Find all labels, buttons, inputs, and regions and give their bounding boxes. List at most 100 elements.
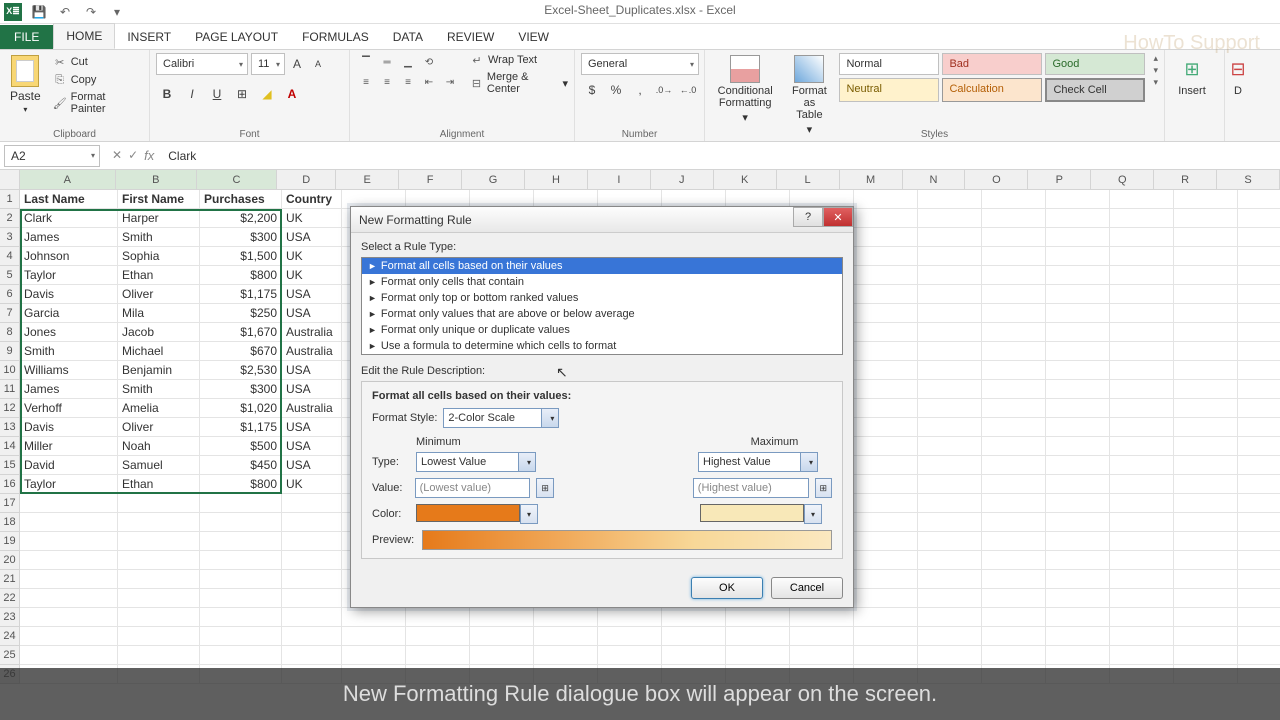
min-range-picker-icon[interactable]: ⊞ bbox=[536, 478, 553, 498]
increase-font-icon[interactable]: A bbox=[288, 53, 306, 75]
conditional-formatting-button[interactable]: Conditional Formatting ▾ bbox=[711, 53, 779, 126]
row-header[interactable]: 19 bbox=[0, 532, 20, 551]
dialog-close-button[interactable]: ✕ bbox=[823, 207, 853, 227]
cut-button[interactable]: ✂Cut bbox=[49, 53, 143, 71]
cell[interactable] bbox=[854, 456, 918, 475]
row-header[interactable]: 23 bbox=[0, 608, 20, 627]
cell[interactable] bbox=[982, 228, 1046, 247]
merge-center-button[interactable]: ⊟Merge & Center ▾ bbox=[470, 71, 568, 95]
decrease-decimal-icon[interactable]: ←.0 bbox=[677, 79, 699, 101]
row-header[interactable]: 5 bbox=[0, 266, 20, 285]
cell[interactable]: Johnson bbox=[20, 247, 118, 266]
cell[interactable]: USA bbox=[282, 437, 342, 456]
cell[interactable] bbox=[1238, 361, 1280, 380]
cell[interactable] bbox=[598, 608, 662, 627]
cell[interactable] bbox=[1110, 570, 1174, 589]
max-color-dropdown-icon[interactable]: ▾ bbox=[804, 504, 822, 524]
cell[interactable]: Ethan bbox=[118, 266, 200, 285]
cell[interactable]: Davis bbox=[20, 418, 118, 437]
cell[interactable] bbox=[1174, 342, 1238, 361]
cell[interactable]: Samuel bbox=[118, 456, 200, 475]
cell[interactable] bbox=[534, 627, 598, 646]
cell[interactable] bbox=[200, 608, 282, 627]
cell[interactable]: USA bbox=[282, 228, 342, 247]
cell[interactable]: UK bbox=[282, 475, 342, 494]
cell[interactable]: Last Name bbox=[20, 190, 118, 209]
cell[interactable] bbox=[1110, 589, 1174, 608]
cell[interactable] bbox=[282, 494, 342, 513]
cell[interactable] bbox=[918, 456, 982, 475]
row-header[interactable]: 24 bbox=[0, 627, 20, 646]
cell[interactable] bbox=[854, 608, 918, 627]
cell[interactable] bbox=[726, 627, 790, 646]
cell[interactable] bbox=[534, 646, 598, 665]
cell[interactable] bbox=[1110, 190, 1174, 209]
cell[interactable] bbox=[918, 437, 982, 456]
dialog-help-button[interactable]: ? bbox=[793, 207, 823, 227]
cell[interactable] bbox=[1174, 456, 1238, 475]
cell[interactable]: UK bbox=[282, 209, 342, 228]
cancel-formula-icon[interactable]: ✕ bbox=[112, 148, 122, 163]
cell[interactable]: Davis bbox=[20, 285, 118, 304]
row-header[interactable]: 8 bbox=[0, 323, 20, 342]
cell[interactable]: $1,670 bbox=[200, 323, 282, 342]
tab-formulas[interactable]: FORMULAS bbox=[290, 25, 381, 49]
cell[interactable] bbox=[118, 494, 200, 513]
min-value-input[interactable]: (Lowest value) bbox=[415, 478, 531, 498]
qat-customize-icon[interactable]: ▾ bbox=[108, 3, 126, 21]
rule-type-item[interactable]: ►Format only cells that contain bbox=[362, 274, 842, 290]
column-header[interactable]: H bbox=[525, 170, 588, 190]
cell[interactable] bbox=[918, 209, 982, 228]
row-header[interactable]: 16 bbox=[0, 475, 20, 494]
cell[interactable] bbox=[662, 627, 726, 646]
cell[interactable] bbox=[282, 589, 342, 608]
cell[interactable] bbox=[282, 608, 342, 627]
italic-button[interactable]: I bbox=[181, 83, 203, 105]
cell[interactable]: $2,200 bbox=[200, 209, 282, 228]
cell[interactable]: Oliver bbox=[118, 418, 200, 437]
cell[interactable] bbox=[118, 532, 200, 551]
cancel-button[interactable]: Cancel bbox=[771, 577, 843, 599]
style-neutral[interactable]: Neutral bbox=[839, 78, 939, 102]
cell[interactable]: $2,530 bbox=[200, 361, 282, 380]
cell[interactable] bbox=[1238, 304, 1280, 323]
cell[interactable] bbox=[982, 437, 1046, 456]
cell[interactable] bbox=[918, 551, 982, 570]
cell[interactable] bbox=[918, 513, 982, 532]
cell[interactable] bbox=[854, 209, 918, 228]
cell[interactable] bbox=[982, 494, 1046, 513]
cell[interactable] bbox=[1046, 342, 1110, 361]
column-header[interactable]: Q bbox=[1091, 170, 1154, 190]
cell[interactable]: Verhoff bbox=[20, 399, 118, 418]
cell[interactable] bbox=[918, 608, 982, 627]
cell[interactable] bbox=[1174, 589, 1238, 608]
cell[interactable] bbox=[1174, 437, 1238, 456]
indent-inc-icon[interactable]: ⇥ bbox=[440, 73, 460, 91]
cell[interactable]: Taylor bbox=[20, 475, 118, 494]
cell[interactable] bbox=[854, 627, 918, 646]
column-header[interactable]: O bbox=[965, 170, 1028, 190]
cell[interactable] bbox=[854, 551, 918, 570]
cell[interactable] bbox=[1238, 456, 1280, 475]
cell[interactable] bbox=[918, 247, 982, 266]
cell[interactable]: $800 bbox=[200, 475, 282, 494]
cell[interactable] bbox=[982, 551, 1046, 570]
cell[interactable] bbox=[20, 551, 118, 570]
cell[interactable]: Michael bbox=[118, 342, 200, 361]
tab-page-layout[interactable]: PAGE LAYOUT bbox=[183, 25, 290, 49]
align-bottom-icon[interactable]: ▁ bbox=[398, 53, 418, 71]
row-header[interactable]: 7 bbox=[0, 304, 20, 323]
column-header[interactable]: K bbox=[714, 170, 777, 190]
cell[interactable] bbox=[854, 399, 918, 418]
cell[interactable] bbox=[982, 361, 1046, 380]
cell[interactable] bbox=[918, 399, 982, 418]
cell[interactable] bbox=[918, 190, 982, 209]
styles-more-button[interactable]: ▴▾▾ bbox=[1153, 53, 1158, 88]
style-good[interactable]: Good bbox=[1045, 53, 1145, 75]
font-color-button[interactable]: A bbox=[281, 83, 303, 105]
cell[interactable] bbox=[20, 494, 118, 513]
cell[interactable] bbox=[982, 380, 1046, 399]
cell[interactable] bbox=[854, 304, 918, 323]
cell[interactable] bbox=[1046, 380, 1110, 399]
cell[interactable] bbox=[200, 589, 282, 608]
